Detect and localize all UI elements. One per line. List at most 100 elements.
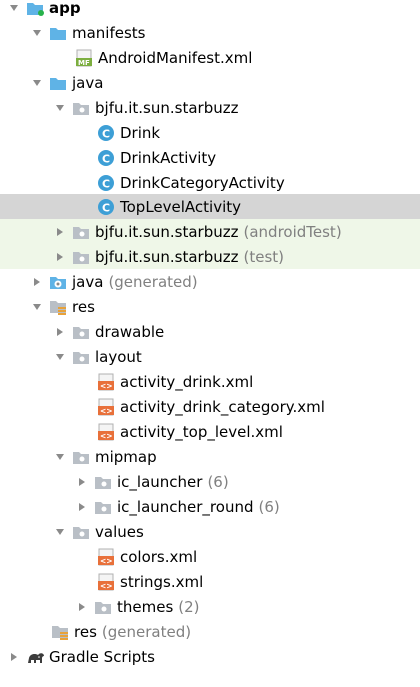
- tree-item-label: drawable: [95, 322, 165, 341]
- folder-icon: [49, 24, 67, 42]
- tree-row-mipmap[interactable]: mipmap: [0, 444, 420, 469]
- generated-folder-icon: [49, 273, 67, 291]
- tree-item-suffix: (generated): [101, 622, 192, 641]
- tree-row-java-generated[interactable]: java (generated): [0, 269, 420, 294]
- chevron-down-icon[interactable]: [31, 27, 43, 39]
- tree-item-label: java: [72, 73, 104, 92]
- tree-item-label: TopLevelActivity: [120, 197, 242, 216]
- res-folder-icon: [51, 623, 69, 641]
- xml-file-icon: <>: [97, 548, 115, 566]
- tree-item-label: themes: [117, 597, 174, 616]
- tree-item-label: ic_launcher_round: [117, 497, 254, 516]
- svg-text:C: C: [102, 201, 110, 214]
- chevron-right-icon[interactable]: [76, 476, 88, 488]
- package-icon: [72, 99, 90, 117]
- svg-text:C: C: [102, 177, 110, 190]
- tree-row-activity-drink-xml[interactable]: <> activity_drink.xml: [0, 369, 420, 394]
- tree-row-package-android-test[interactable]: bjfu.it.sun.starbuzz (androidTest): [0, 219, 420, 244]
- module-folder-icon: [26, 0, 44, 17]
- tree-row-ic-launcher-round[interactable]: ic_launcher_round (6): [0, 494, 420, 519]
- tree-row-drink[interactable]: C Drink: [0, 120, 420, 145]
- tree-item-label: app: [49, 0, 81, 17]
- chevron-right-icon[interactable]: [54, 251, 66, 263]
- svg-text:C: C: [102, 127, 110, 140]
- class-icon: C: [97, 198, 115, 216]
- tree-row-manifests[interactable]: manifests: [0, 20, 420, 45]
- tree-item-label: DrinkCategoryActivity: [120, 173, 285, 192]
- tree-item-suffix: (androidTest): [243, 222, 342, 241]
- svg-text:MF: MF: [78, 59, 90, 67]
- tree-row-activity-drink-category-xml[interactable]: <> activity_drink_category.xml: [0, 394, 420, 419]
- tree-row-colors-xml[interactable]: <> colors.xml: [0, 544, 420, 569]
- package-icon: [72, 348, 90, 366]
- tree-row-top-level-activity[interactable]: C TopLevelActivity: [0, 194, 420, 219]
- svg-text:<>: <>: [100, 381, 113, 390]
- tree-row-android-manifest[interactable]: MF AndroidManifest.xml: [0, 45, 420, 70]
- svg-text:<>: <>: [100, 431, 113, 440]
- tree-item-label: values: [95, 522, 144, 541]
- tree-item-suffix: (test): [243, 247, 285, 266]
- tree-row-package-main[interactable]: bjfu.it.sun.starbuzz: [0, 95, 420, 120]
- package-icon: [94, 473, 112, 491]
- svg-text:<>: <>: [100, 556, 113, 565]
- tree-item-suffix: (generated): [108, 272, 198, 291]
- gradle-icon: [26, 648, 44, 666]
- chevron-down-icon[interactable]: [54, 351, 66, 363]
- tree-row-java[interactable]: java: [0, 70, 420, 95]
- package-icon: [94, 598, 112, 616]
- tree-item-label: layout: [95, 347, 142, 366]
- tree-item-label: java: [72, 272, 104, 291]
- chevron-right-icon[interactable]: [54, 226, 66, 238]
- manifest-file-icon: MF: [75, 49, 93, 67]
- svg-text:<>: <>: [100, 406, 113, 415]
- tree-item-label: strings.xml: [120, 572, 204, 591]
- tree-item-label: activity_drink.xml: [120, 372, 254, 391]
- tree-item-label: res: [72, 297, 95, 316]
- tree-row-drink-category-activity[interactable]: C DrinkCategoryActivity: [0, 170, 420, 195]
- svg-text:C: C: [102, 152, 110, 165]
- chevron-down-icon[interactable]: [31, 301, 43, 313]
- tree-row-themes[interactable]: themes (2): [0, 594, 420, 619]
- tree-item-label: bjfu.it.sun.starbuzz: [95, 247, 239, 266]
- package-icon: [72, 223, 90, 241]
- tree-row-layout[interactable]: layout: [0, 344, 420, 369]
- package-icon: [72, 523, 90, 541]
- tree-item-suffix: (2): [178, 597, 200, 616]
- tree-row-gradle-scripts[interactable]: Gradle Scripts: [0, 644, 420, 669]
- chevron-down-icon[interactable]: [8, 2, 20, 14]
- tree-row-drawable[interactable]: drawable: [0, 319, 420, 344]
- tree-row-activity-top-level-xml[interactable]: <> activity_top_level.xml: [0, 419, 420, 444]
- tree-item-label: ic_launcher: [117, 472, 203, 491]
- tree-row-res[interactable]: res: [0, 294, 420, 319]
- xml-file-icon: <>: [97, 373, 115, 391]
- tree-item-label: activity_top_level.xml: [120, 422, 283, 441]
- chevron-right-icon[interactable]: [54, 326, 66, 338]
- chevron-right-icon[interactable]: [8, 651, 20, 663]
- chevron-down-icon[interactable]: [54, 526, 66, 538]
- class-icon: C: [97, 124, 115, 142]
- chevron-right-icon[interactable]: [76, 501, 88, 513]
- chevron-down-icon[interactable]: [54, 451, 66, 463]
- tree-row-ic-launcher[interactable]: ic_launcher (6): [0, 469, 420, 494]
- package-icon: [72, 248, 90, 266]
- tree-row-drink-activity[interactable]: C DrinkActivity: [0, 145, 420, 170]
- package-icon: [72, 323, 90, 341]
- tree-item-label: AndroidManifest.xml: [98, 48, 253, 67]
- tree-item-label: mipmap: [95, 447, 157, 466]
- chevron-right-icon[interactable]: [76, 601, 88, 613]
- xml-file-icon: <>: [97, 398, 115, 416]
- class-icon: C: [97, 149, 115, 167]
- tree-item-label: colors.xml: [120, 547, 198, 566]
- tree-item-label: manifests: [72, 23, 146, 42]
- package-icon: [72, 448, 90, 466]
- tree-row-values[interactable]: values: [0, 519, 420, 544]
- tree-row-res-generated[interactable]: res (generated): [0, 619, 420, 644]
- chevron-down-icon[interactable]: [54, 102, 66, 114]
- tree-row-package-test[interactable]: bjfu.it.sun.starbuzz (test): [0, 244, 420, 269]
- package-icon: [94, 498, 112, 516]
- chevron-right-icon[interactable]: [31, 276, 43, 288]
- chevron-down-icon[interactable]: [31, 77, 43, 89]
- tree-item-label: bjfu.it.sun.starbuzz: [95, 98, 239, 117]
- tree-row-app[interactable]: app: [0, 0, 420, 20]
- tree-row-strings-xml[interactable]: <> strings.xml: [0, 569, 420, 594]
